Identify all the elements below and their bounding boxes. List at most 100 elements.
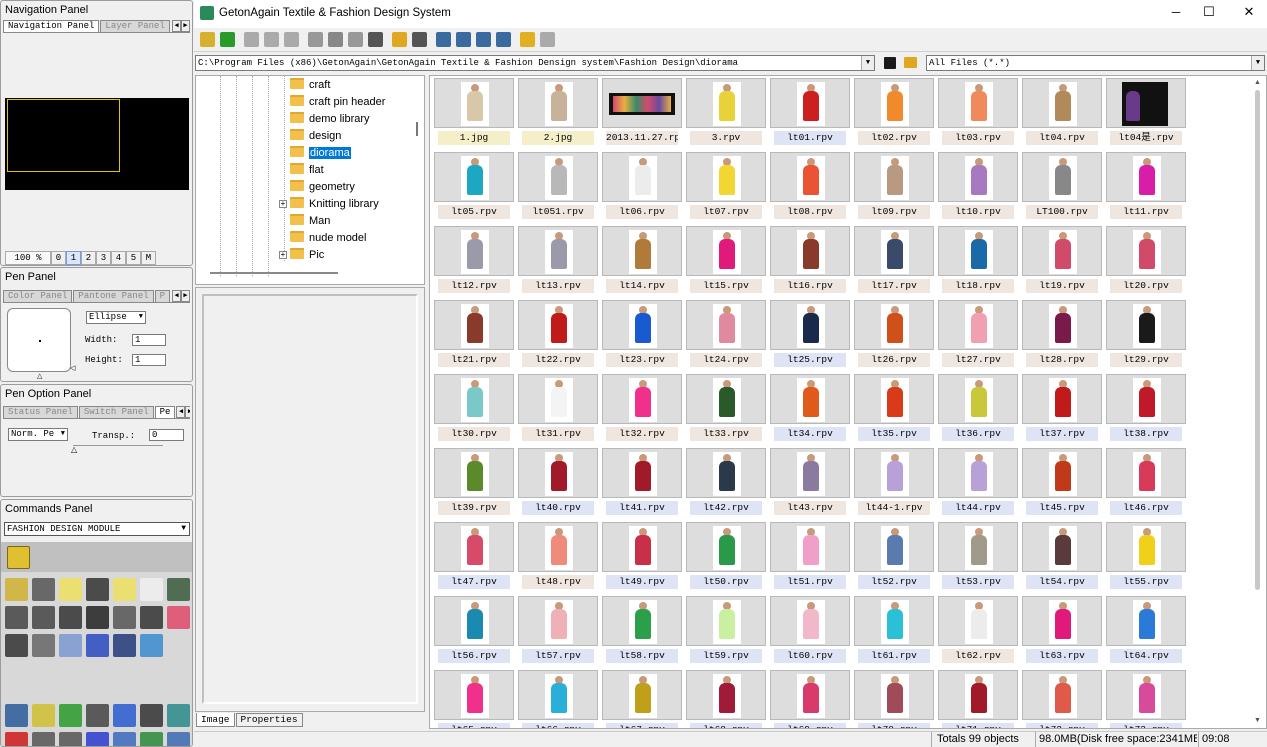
thumbnail-item[interactable]: lt64.rpv [1106, 596, 1186, 666]
thumbnail-image[interactable] [602, 670, 682, 720]
tree-item[interactable]: flat [290, 162, 324, 178]
thumbnail-item[interactable]: lt47.rpv [434, 522, 514, 592]
page-m-button[interactable]: M [141, 251, 156, 265]
page-2-button[interactable]: 2 [81, 251, 96, 265]
save-icon[interactable] [884, 57, 896, 69]
copy-icon[interactable] [264, 32, 279, 47]
thumbnail-image[interactable] [602, 596, 682, 646]
thumbnail-item[interactable]: lt27.rpv [938, 300, 1018, 370]
tree-item[interactable]: diorama [290, 145, 351, 161]
tools-icon[interactable] [32, 732, 55, 746]
page-0-button[interactable]: 0 [51, 251, 66, 265]
thumbnail-image[interactable] [518, 448, 598, 498]
thumbnail-item[interactable]: lt63.rpv [1022, 596, 1102, 666]
tree-item[interactable]: Pic [290, 247, 324, 263]
thumbnail-image[interactable] [770, 226, 850, 276]
tab-scroll-right-icon[interactable]: ▶ [181, 290, 190, 302]
thumbnail-image[interactable] [686, 448, 766, 498]
fill-icon[interactable] [5, 704, 28, 727]
delete-icon[interactable] [328, 32, 343, 47]
thumbnail-image[interactable] [1022, 670, 1102, 720]
select-icon[interactable] [59, 578, 82, 601]
thumbnail-image[interactable] [434, 226, 514, 276]
thumbnail-image[interactable] [1106, 374, 1186, 424]
thumbnail-image[interactable] [770, 522, 850, 572]
tab-properties[interactable]: Properties [235, 713, 303, 727]
text-icon[interactable] [140, 704, 163, 727]
tree-item[interactable]: Knitting library [290, 196, 379, 212]
thumbnail-image[interactable] [854, 78, 934, 128]
thumbnail-item[interactable]: lt05.rpv [434, 152, 514, 222]
grid-scrollbar-thumb[interactable] [1255, 90, 1260, 590]
thumbnail-item[interactable]: lt19.rpv [1022, 226, 1102, 296]
thumbnail-image[interactable] [1106, 152, 1186, 202]
thumbnail-item[interactable]: lt08.rpv [770, 152, 850, 222]
thumbnail-image[interactable] [938, 300, 1018, 350]
thumbnail-item[interactable]: lt28.rpv [1022, 300, 1102, 370]
thumbnail-image[interactable] [938, 448, 1018, 498]
thumbnail-item[interactable]: lt26.rpv [854, 300, 934, 370]
thumbnail-item[interactable]: lt57.rpv [518, 596, 598, 666]
thumbnail-image[interactable] [1106, 522, 1186, 572]
split-icon[interactable] [167, 732, 190, 746]
thumbnail-item[interactable]: lt62.rpv [938, 596, 1018, 666]
thumbnail-item[interactable]: lt42.rpv [686, 448, 766, 518]
camera-icon[interactable] [167, 606, 190, 629]
zoom-icon[interactable] [86, 732, 109, 746]
thumbnail-image[interactable] [434, 152, 514, 202]
tab-image[interactable]: Image [196, 713, 235, 727]
tree-item[interactable]: craft [290, 77, 330, 93]
thumbnail-item[interactable]: lt49.rpv [602, 522, 682, 592]
tab-scroll-right-icon[interactable]: ▶ [185, 406, 190, 418]
thumbnail-item[interactable]: lt13.rpv [518, 226, 598, 296]
thumbnail-item[interactable]: lt59.rpv [686, 596, 766, 666]
download-icon[interactable] [140, 634, 163, 657]
thumbnail-item[interactable]: lt02.rpv [854, 78, 934, 148]
thumbnail-item[interactable]: lt68.rpv [686, 670, 766, 728]
thumbnail-item[interactable]: lt66.rpv [518, 670, 598, 728]
help-icon[interactable] [520, 32, 535, 47]
thumbnail-item[interactable]: lt34.rpv [770, 374, 850, 444]
thumbnail-image[interactable] [602, 300, 682, 350]
tree-item[interactable]: demo library [290, 111, 370, 127]
stamp-icon[interactable] [5, 634, 28, 657]
thumbnail-image[interactable] [1022, 300, 1102, 350]
gem-icon[interactable] [59, 634, 82, 657]
tree-item[interactable]: craft pin header [290, 94, 385, 110]
thumbnail-item[interactable]: lt44-1.rpv [854, 448, 934, 518]
thumbnail-image[interactable] [434, 448, 514, 498]
thumbnail-image[interactable] [686, 374, 766, 424]
tab-layer-panel[interactable]: Layer Panel [100, 20, 170, 32]
up-folder-icon[interactable] [348, 32, 363, 47]
thumbnail-item[interactable]: lt43.rpv [770, 448, 850, 518]
thumbnail-image[interactable] [854, 596, 934, 646]
thumbnail-item[interactable]: lt55.rpv [1106, 522, 1186, 592]
thumbnail-image[interactable] [518, 78, 598, 128]
transp-slider-thumb-icon[interactable]: △ [71, 445, 77, 454]
page-3-button[interactable]: 3 [96, 251, 111, 265]
large-icons-view-icon[interactable] [436, 32, 451, 47]
tree-item[interactable]: geometry [290, 179, 355, 195]
bucket-icon[interactable] [59, 606, 82, 629]
thumbnail-image[interactable] [686, 226, 766, 276]
thumbnail-image[interactable] [434, 300, 514, 350]
thumbnail-image[interactable] [1022, 448, 1102, 498]
open-folder-icon[interactable] [200, 32, 215, 47]
ink-icon[interactable] [32, 606, 55, 629]
thumbnail-item[interactable]: lt60.rpv [770, 596, 850, 666]
thumbnail-item[interactable]: lt72.rpv [1022, 670, 1102, 728]
thumbnail-image[interactable] [1022, 596, 1102, 646]
details-view-icon[interactable] [496, 32, 511, 47]
thumbnail-item[interactable]: lt61.rpv [854, 596, 934, 666]
thumbnail-image[interactable] [854, 374, 934, 424]
undo-icon[interactable] [167, 578, 190, 601]
page-1-button[interactable]: 1 [66, 251, 81, 265]
thumbnail-image[interactable] [602, 226, 682, 276]
tab-scroll-left-icon[interactable]: ◀ [172, 20, 181, 32]
thumbnail-item[interactable]: lt17.rpv [854, 226, 934, 296]
pen-mode-select[interactable]: Norm. Pe ▼ [8, 428, 68, 441]
thumbnail-item[interactable]: lt65.rpv [434, 670, 514, 728]
thumbnail-image[interactable] [854, 522, 934, 572]
thumbnail-item[interactable]: lt38.rpv [1106, 374, 1186, 444]
thumbnail-item[interactable]: lt37.rpv [1022, 374, 1102, 444]
